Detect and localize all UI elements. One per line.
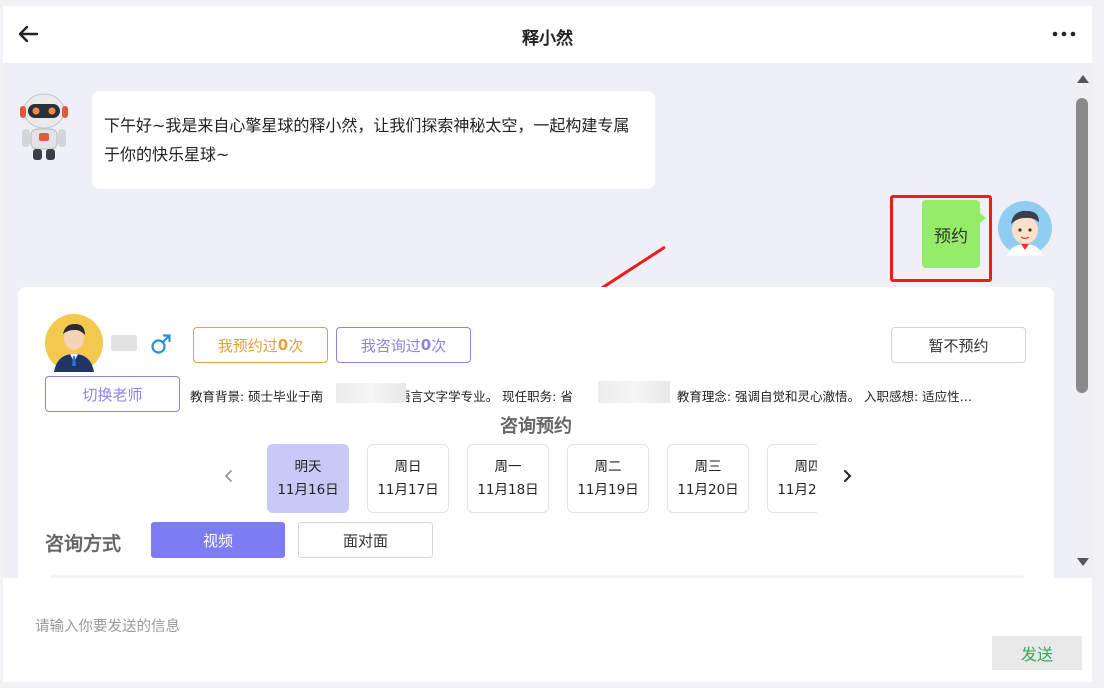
booked-count: 0	[277, 336, 289, 354]
scroll-thumb[interactable]	[1076, 98, 1088, 393]
date-tile-day: 明天	[294, 459, 322, 475]
user-avatar-icon	[998, 201, 1052, 256]
consulted-count-button[interactable]: 我咨询过 0 次	[336, 327, 471, 363]
teacher-name-redacted	[111, 335, 137, 351]
date-tile[interactable]: 周三 11月20日	[667, 444, 749, 513]
date-tile-day: 周一	[494, 459, 522, 475]
date-tile-date: 11月21日	[777, 482, 817, 498]
mode-face-to-face-button[interactable]: 面对面	[298, 522, 433, 558]
chat-area: 下午好~我是来自心擎星球的释小然，让我们探索神秘太空，一起构建专属于你的快乐星球…	[3, 63, 1073, 578]
consulted-count: 0	[420, 336, 432, 354]
booked-count-button[interactable]: 我预约过 0 次	[193, 327, 328, 363]
bot-avatar	[14, 91, 74, 161]
date-tile-day: 周二	[594, 459, 622, 475]
redacted-school	[336, 383, 406, 403]
male-gender-icon	[150, 333, 172, 355]
page-title: 释小然	[522, 29, 573, 49]
chevron-left-icon	[224, 470, 232, 482]
section-title: 咨询预约	[500, 416, 572, 437]
date-prev-button[interactable]	[218, 465, 240, 487]
consulted-suffix: 次	[431, 336, 447, 355]
scroll-up-arrow-icon[interactable]	[1077, 75, 1089, 83]
user-message-bubble[interactable]: 预约	[922, 200, 980, 268]
send-button[interactable]: 发送	[992, 636, 1082, 670]
more-button[interactable]	[1050, 20, 1078, 48]
header-bar: 释小然	[3, 6, 1092, 63]
date-tile-date: 11月20日	[677, 482, 739, 498]
chevron-right-icon	[844, 470, 852, 482]
chat-window: 释小然 下午好~我是来自心擎星球的释小然，让我们探索神秘太空，一起构建专属于你的…	[3, 6, 1092, 682]
consult-mode-label: 咨询方式	[45, 533, 122, 555]
teacher-avatar-icon	[45, 314, 103, 372]
scroll-down-arrow-icon[interactable]	[1077, 558, 1089, 566]
date-next-button[interactable]	[836, 465, 858, 487]
robot-avatar-icon	[20, 93, 68, 160]
date-tile[interactable]: 明天 11月16日	[267, 444, 349, 513]
consulted-prefix: 我咨询过	[360, 336, 421, 355]
teacher-avatar	[45, 314, 103, 372]
appointment-card: 我预约过 0 次 我咨询过 0 次 暂不预约 切换老师 教育背景: 硕士毕业于南 汉语言…	[18, 287, 1054, 578]
mode-video-button[interactable]: 视频	[151, 522, 285, 558]
date-picker-strip: 明天 11月16日 周日 11月17日 周一 11月18日 周二 11月19日 …	[267, 444, 817, 514]
chat-scrollbar[interactable]	[1073, 63, 1092, 578]
date-tile[interactable]: 周日 11月17日	[367, 444, 449, 513]
message-composer: 发送	[3, 578, 1092, 682]
booked-prefix: 我预约过	[217, 336, 278, 355]
date-tile[interactable]: 周一 11月18日	[467, 444, 549, 513]
date-tile-date: 11月18日	[477, 482, 539, 498]
switch-teacher-button[interactable]: 切换老师	[45, 376, 180, 412]
skip-booking-button[interactable]: 暂不预约	[891, 327, 1026, 363]
user-avatar	[997, 200, 1053, 256]
date-tile-date: 11月16日	[277, 482, 339, 498]
date-tile-day: 周日	[394, 459, 422, 475]
date-tile-day: 周四	[794, 459, 818, 475]
date-tile[interactable]: 周二 11月19日	[567, 444, 649, 513]
date-tile[interactable]: 周四 11月21日	[767, 444, 817, 513]
redacted-position	[598, 381, 670, 403]
date-tile-date: 11月17日	[377, 482, 439, 498]
bubble-tail	[980, 213, 986, 223]
booked-suffix: 次	[288, 336, 304, 355]
message-input[interactable]	[35, 614, 935, 640]
bot-message-bubble: 下午好~我是来自心擎星球的释小然，让我们探索神秘太空，一起构建专属于你的快乐星球…	[92, 91, 655, 189]
more-dots-icon	[1052, 31, 1076, 37]
date-tile-day: 周三	[694, 459, 722, 475]
date-tile-date: 11月19日	[577, 482, 639, 498]
